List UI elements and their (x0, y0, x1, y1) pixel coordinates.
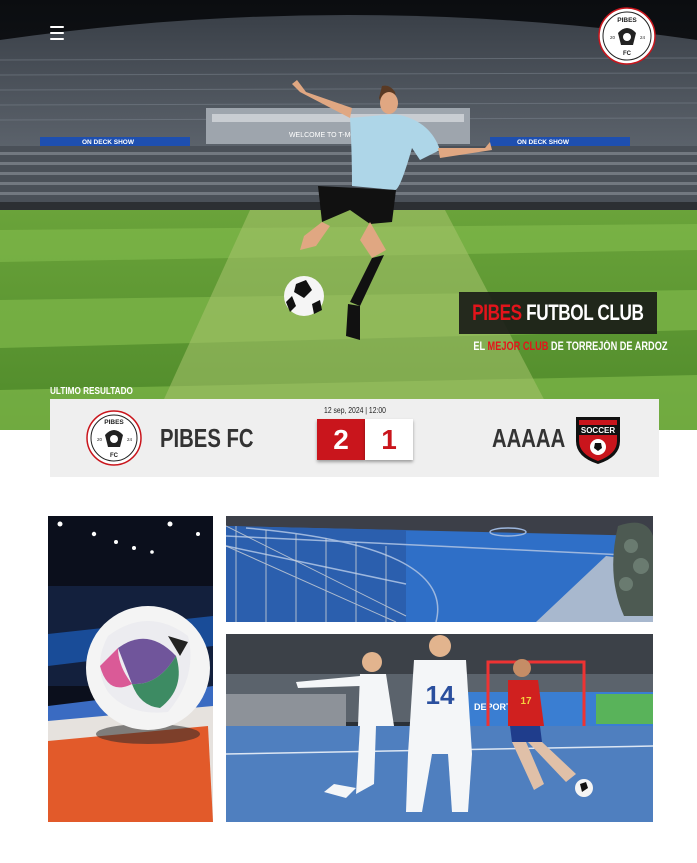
club-title-red: PIBES (472, 300, 522, 325)
away-team-logo: SOCCER (576, 417, 620, 464)
last-result-label: ULTIMO RESULTADO (50, 386, 133, 397)
club-title-box: PIBES FUTBOL CLUB (459, 292, 657, 334)
match-date: 12 sep, 2024 | 12:00 (324, 406, 386, 415)
svg-text:SOCCER: SOCCER (581, 426, 615, 435)
last-result-card[interactable]: PIBES 20 24 FC PIBES FC 12 sep, 2024 | 1… (50, 399, 659, 477)
futsal-match-photo[interactable]: DEPORTE 14 17 (226, 634, 653, 822)
soccer-ball (284, 276, 324, 316)
svg-text:FC: FC (623, 51, 632, 57)
svg-text:PIBES: PIBES (104, 419, 124, 426)
svg-text:24: 24 (640, 35, 646, 40)
pibes-fc-logo[interactable]: PIBES 20 24 FC (598, 7, 656, 65)
away-score: 1 (365, 419, 413, 460)
stadium-banner-1: ON DECK SHOW (82, 139, 135, 146)
home-team-logo: PIBES 20 24 FC (86, 410, 142, 466)
svg-text:20: 20 (610, 35, 616, 40)
svg-text:24: 24 (127, 437, 133, 442)
home-score: 2 (317, 419, 365, 460)
hamburger-menu-icon[interactable] (44, 20, 72, 48)
svg-text:FC: FC (110, 453, 119, 459)
away-team-name: AAAAA (492, 423, 566, 453)
club-title: PIBES FUTBOL CLUB (472, 300, 644, 326)
hero-banner: WELCOME TO T-MOBILE ON DECK SHOW ON DECK… (0, 0, 697, 430)
svg-text:PIBES: PIBES (617, 17, 637, 24)
club-title-white: FUTBOL CLUB (526, 300, 644, 325)
futsal-ball-photo[interactable] (48, 516, 213, 822)
stadium-hero-image: WELCOME TO T-MOBILE ON DECK SHOW ON DECK… (0, 0, 697, 430)
club-tagline-highlight: MEJOR CLUB (487, 341, 549, 353)
svg-text:ON DECK SHOW: ON DECK SHOW (517, 139, 570, 146)
svg-text:17: 17 (520, 696, 532, 707)
futsal-court-photo[interactable] (226, 516, 653, 622)
home-team-name: PIBES FC (160, 423, 254, 453)
player-number: 14 (426, 680, 455, 710)
club-tagline: EL MEJOR CLUB DE TORREJÓN DE ARDOZ (473, 341, 668, 353)
svg-text:20: 20 (97, 437, 103, 442)
